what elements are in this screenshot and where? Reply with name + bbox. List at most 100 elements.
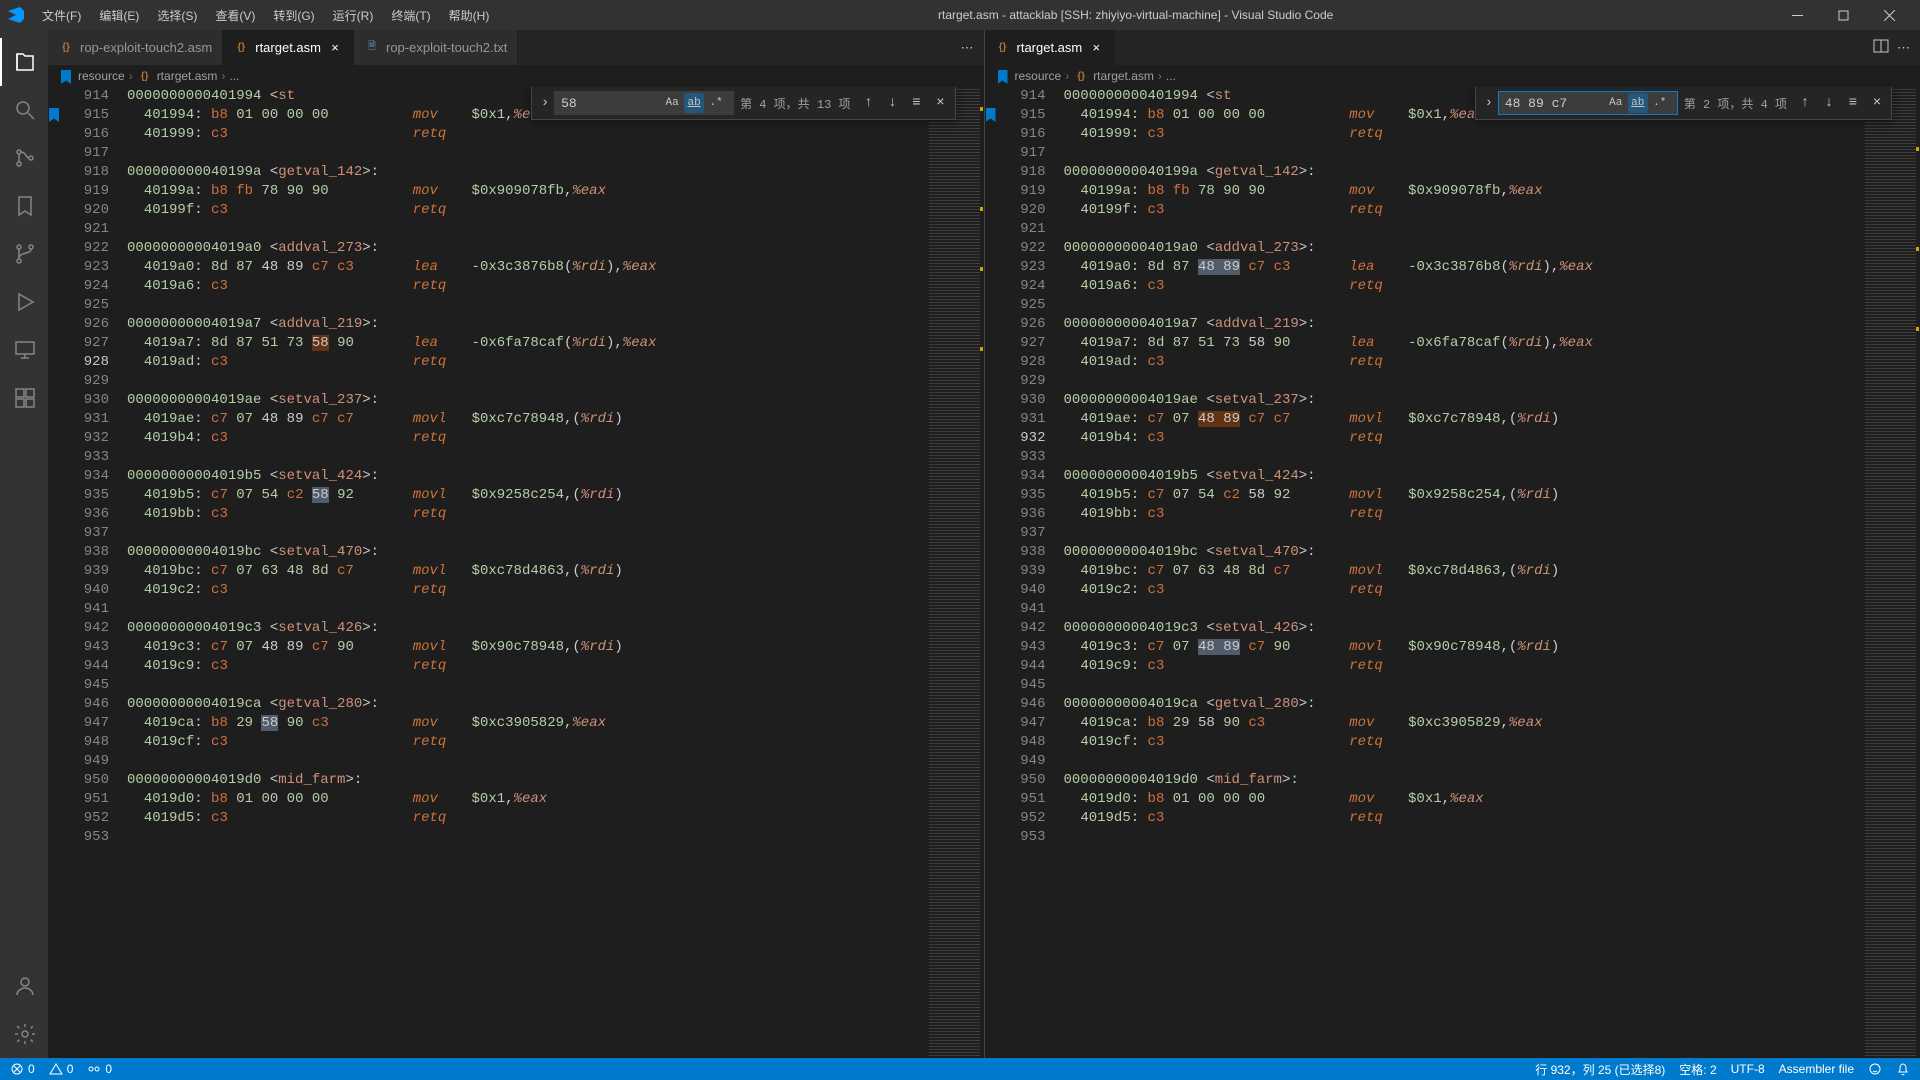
crumb-more[interactable]: ... <box>229 69 239 83</box>
git-branch-icon[interactable] <box>0 230 48 278</box>
code-right[interactable]: 0000000000401994 <st 401994: b8 01 00 00… <box>1064 87 1861 1058</box>
find-close-icon[interactable]: × <box>931 93 951 113</box>
txt-file-icon: 🗎 <box>364 40 380 56</box>
find-filter-icon[interactable]: ≡ <box>907 93 927 113</box>
editor-left[interactable]: › Aa ab .* 第 4 项，共 13 项 ↑ ↓ ≡ × <box>48 87 984 1058</box>
activity-bar <box>0 30 48 1058</box>
find-expand-toggle[interactable]: › <box>1480 87 1498 119</box>
tab-bar-right: {} rtarget.asm × ⋯ <box>985 30 1920 65</box>
more-actions-icon[interactable]: ⋯ <box>961 40 974 56</box>
asm-file-icon: {} <box>995 40 1011 56</box>
asm-file-icon: {} <box>1073 68 1089 84</box>
tab-rop-exploit-asm[interactable]: {} rop-exploit-touch2.asm <box>48 30 223 65</box>
status-errors[interactable]: 0 <box>10 1062 35 1076</box>
find-filter-icon[interactable]: ≡ <box>1843 93 1863 113</box>
window-title: rtarget.asm - attacklab [SSH: zhiyiyo-vi… <box>497 8 1774 22</box>
status-language[interactable]: Assembler file <box>1779 1062 1854 1076</box>
find-prev-icon[interactable]: ↑ <box>1795 93 1815 113</box>
find-prev-icon[interactable]: ↑ <box>859 93 879 113</box>
crumb-more[interactable]: ... <box>1166 69 1176 83</box>
crumb-file[interactable]: rtarget.asm <box>1093 69 1154 83</box>
more-actions-icon[interactable]: ⋯ <box>1897 40 1910 56</box>
tab-rtarget-asm[interactable]: {} rtarget.asm × <box>985 30 1116 65</box>
regex-icon[interactable]: .* <box>706 93 726 113</box>
run-debug-icon[interactable] <box>0 278 48 326</box>
regex-icon[interactable]: .* <box>1650 93 1670 113</box>
status-bell-icon[interactable] <box>1896 1062 1910 1076</box>
minimap-right[interactable] <box>1860 87 1920 1058</box>
tab-rtarget-asm[interactable]: {} rtarget.asm × <box>223 30 354 65</box>
tab-label: rtarget.asm <box>1017 40 1083 55</box>
find-close-icon[interactable]: × <box>1867 93 1887 113</box>
find-count: 第 2 项，共 4 项 <box>1684 95 1787 112</box>
chevron-right-icon: › <box>1065 69 1069 83</box>
whole-word-icon[interactable]: ab <box>684 93 704 113</box>
status-bar: 0 0 0 行 932，列 25 (已选择8) 空格: 2 UTF-8 Asse… <box>0 1058 1920 1080</box>
menu-run[interactable]: 运行(R) <box>325 3 382 28</box>
gutter-left: 9149159169179189199209219229239249259269… <box>62 87 127 1058</box>
status-indent[interactable]: 空格: 2 <box>1679 1061 1716 1078</box>
chevron-right-icon: › <box>1158 69 1162 83</box>
split-editor-icon[interactable] <box>1873 38 1889 57</box>
maximize-button[interactable] <box>1820 0 1866 30</box>
gutter-right: 9149159169179189199209219229239249259269… <box>999 87 1064 1058</box>
close-icon[interactable]: × <box>1088 40 1104 56</box>
status-feedback-icon[interactable] <box>1868 1062 1882 1076</box>
editor-right[interactable]: › Aa ab .* 第 2 项，共 4 项 ↑ ↓ ≡ × <box>985 87 1920 1058</box>
menu-terminal[interactable]: 终端(T) <box>383 3 438 28</box>
find-next-icon[interactable]: ↓ <box>883 93 903 113</box>
bookmark-icon <box>61 70 71 84</box>
find-widget-right: › Aa ab .* 第 2 项，共 4 项 ↑ ↓ ≡ × <box>1475 87 1892 120</box>
minimize-button[interactable] <box>1774 0 1820 30</box>
find-next-icon[interactable]: ↓ <box>1819 93 1839 113</box>
breadcrumbs-right[interactable]: resource › {} rtarget.asm › ... <box>985 65 1920 87</box>
find-widget-left: › Aa ab .* 第 4 项，共 13 项 ↑ ↓ ≡ × <box>531 87 955 120</box>
match-case-icon[interactable]: Aa <box>662 93 682 113</box>
status-encoding[interactable]: UTF-8 <box>1731 1062 1765 1076</box>
whole-word-icon[interactable]: ab <box>1628 93 1648 113</box>
crumb-folder[interactable]: resource <box>78 69 125 83</box>
bookmark-icon <box>986 108 996 122</box>
account-icon[interactable] <box>0 962 48 1010</box>
chevron-right-icon: › <box>129 69 133 83</box>
search-icon[interactable] <box>0 86 48 134</box>
close-icon[interactable]: × <box>327 40 343 56</box>
menu-file[interactable]: 文件(F) <box>34 3 89 28</box>
asm-file-icon: {} <box>58 40 74 56</box>
remote-icon[interactable] <box>0 326 48 374</box>
vscode-icon <box>8 7 24 23</box>
menu-help[interactable]: 帮助(H) <box>441 3 498 28</box>
menu-view[interactable]: 查看(V) <box>207 3 263 28</box>
code-left[interactable]: 0000000000401994 <st 401994: b8 01 00 00… <box>127 87 924 1058</box>
tab-label: rtarget.asm <box>255 40 321 55</box>
minimap-left[interactable] <box>924 87 984 1058</box>
find-expand-toggle[interactable]: › <box>536 87 554 119</box>
editor-group-left: {} rop-exploit-touch2.asm {} rtarget.asm… <box>48 30 984 1058</box>
tab-label: rop-exploit-touch2.txt <box>386 40 507 55</box>
menu-selection[interactable]: 选择(S) <box>149 3 205 28</box>
status-cursor[interactable]: 行 932，列 25 (已选择8) <box>1535 1061 1665 1078</box>
menu-edit[interactable]: 编辑(E) <box>91 3 147 28</box>
bookmarks-icon[interactable] <box>0 182 48 230</box>
menu-bar: 文件(F) 编辑(E) 选择(S) 查看(V) 转到(G) 运行(R) 终端(T… <box>34 3 497 28</box>
crumb-file[interactable]: rtarget.asm <box>157 69 218 83</box>
tab-label: rop-exploit-touch2.asm <box>80 40 212 55</box>
tab-bar-left: {} rop-exploit-touch2.asm {} rtarget.asm… <box>48 30 984 65</box>
breadcrumbs-left[interactable]: resource › {} rtarget.asm › ... <box>48 65 984 87</box>
find-count: 第 4 项，共 13 项 <box>740 95 850 112</box>
source-control-icon[interactable] <box>0 134 48 182</box>
bookmark-icon <box>49 108 59 122</box>
chevron-right-icon: › <box>221 69 225 83</box>
title-bar: 文件(F) 编辑(E) 选择(S) 查看(V) 转到(G) 运行(R) 终端(T… <box>0 0 1920 30</box>
match-case-icon[interactable]: Aa <box>1606 93 1626 113</box>
status-ports[interactable]: 0 <box>87 1062 112 1076</box>
tab-rop-exploit-txt[interactable]: 🗎 rop-exploit-touch2.txt <box>354 30 518 65</box>
menu-go[interactable]: 转到(G) <box>265 3 322 28</box>
extensions-icon[interactable] <box>0 374 48 422</box>
explorer-icon[interactable] <box>0 38 48 86</box>
settings-gear-icon[interactable] <box>0 1010 48 1058</box>
close-button[interactable] <box>1866 0 1912 30</box>
crumb-folder[interactable]: resource <box>1015 69 1062 83</box>
asm-file-icon: {} <box>137 68 153 84</box>
status-warnings[interactable]: 0 <box>49 1062 74 1076</box>
